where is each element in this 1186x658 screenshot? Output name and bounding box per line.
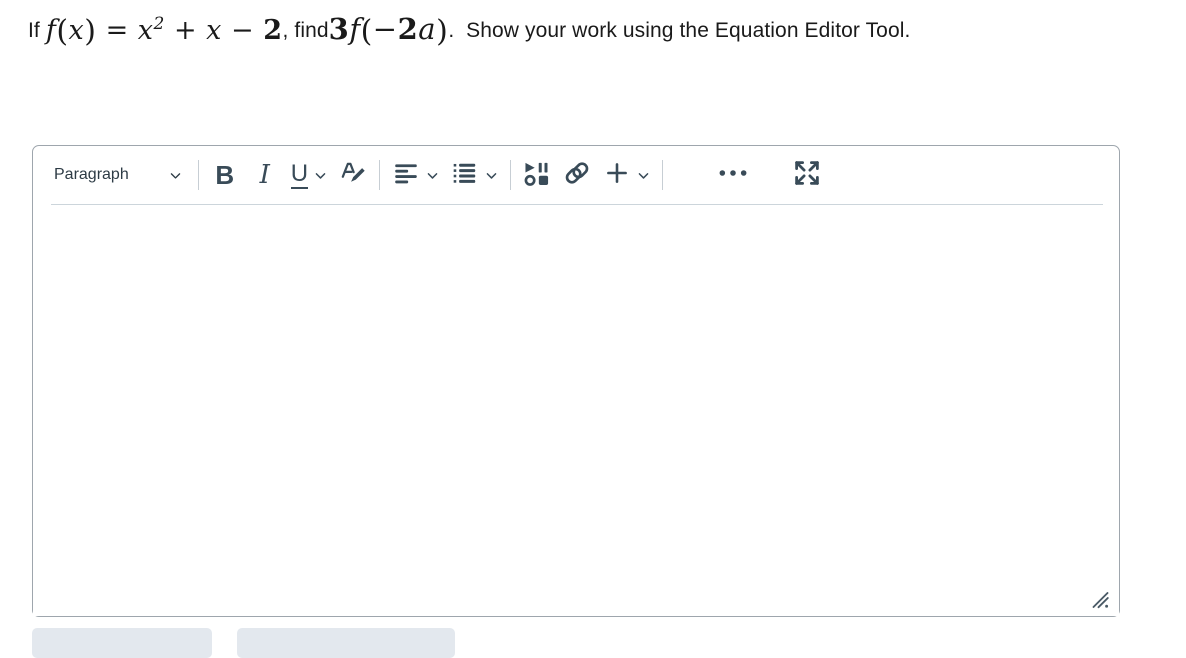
target-expression: 3f(−2a) xyxy=(328,12,449,49)
chevron-down-icon xyxy=(485,169,498,182)
prompt-comma: , xyxy=(282,19,295,42)
prompt-tail: Show your work using the Equation Editor… xyxy=(466,19,911,42)
plus-icon xyxy=(603,159,631,192)
toolbar-separator xyxy=(379,160,381,190)
align-left-icon xyxy=(392,159,420,192)
toolbar-separator xyxy=(197,160,199,190)
paragraph-style-label: Paragraph xyxy=(54,166,129,183)
media-button[interactable] xyxy=(517,155,557,195)
toolbar-separator xyxy=(662,160,664,190)
bottom-action-button-1[interactable] xyxy=(32,628,212,658)
text-color-button[interactable] xyxy=(333,155,373,195)
editor-body[interactable] xyxy=(33,205,1119,616)
bottom-action-button-2[interactable] xyxy=(237,628,455,658)
expand-arrows-icon xyxy=(792,158,822,193)
question-prompt: If f(x) = x2 + x − 2, find3f(−2a). Show … xyxy=(28,8,1098,53)
link-button[interactable] xyxy=(557,155,597,195)
media-icon xyxy=(522,158,552,193)
chevron-down-icon xyxy=(314,169,327,182)
paragraph-style-dropdown[interactable]: Paragraph xyxy=(39,160,192,190)
chevron-down-icon xyxy=(426,169,439,182)
chevron-down-icon xyxy=(169,169,182,182)
fullscreen-button[interactable] xyxy=(787,155,827,195)
prompt-lead: If xyxy=(28,19,46,42)
align-button[interactable] xyxy=(386,155,445,195)
toolbar-separator xyxy=(510,160,512,190)
prompt-period: . xyxy=(448,19,455,42)
resize-handle[interactable] xyxy=(1091,590,1111,610)
insert-button[interactable] xyxy=(597,155,656,195)
bottom-action-bar xyxy=(32,628,1132,658)
prompt-find: find xyxy=(294,19,329,42)
underline-icon: U xyxy=(290,159,309,189)
function-definition: f(x) = x2 + x − 2 xyxy=(45,14,283,49)
chevron-down-icon xyxy=(637,169,650,182)
italic-icon: I xyxy=(259,160,270,190)
rich-content-editor: Paragraph B I U xyxy=(32,145,1120,617)
italic-button[interactable]: I xyxy=(245,155,285,195)
text-color-icon xyxy=(338,158,368,193)
bulleted-list-icon xyxy=(451,159,479,192)
ellipsis-icon xyxy=(717,166,749,184)
bold-icon: B xyxy=(215,160,235,190)
bold-button[interactable]: B xyxy=(205,155,245,195)
underline-button[interactable]: U xyxy=(285,155,333,195)
editor-toolbar: Paragraph B I U xyxy=(33,146,1119,205)
link-icon xyxy=(562,158,592,193)
more-options-button[interactable] xyxy=(713,155,753,195)
list-button[interactable] xyxy=(445,155,504,195)
